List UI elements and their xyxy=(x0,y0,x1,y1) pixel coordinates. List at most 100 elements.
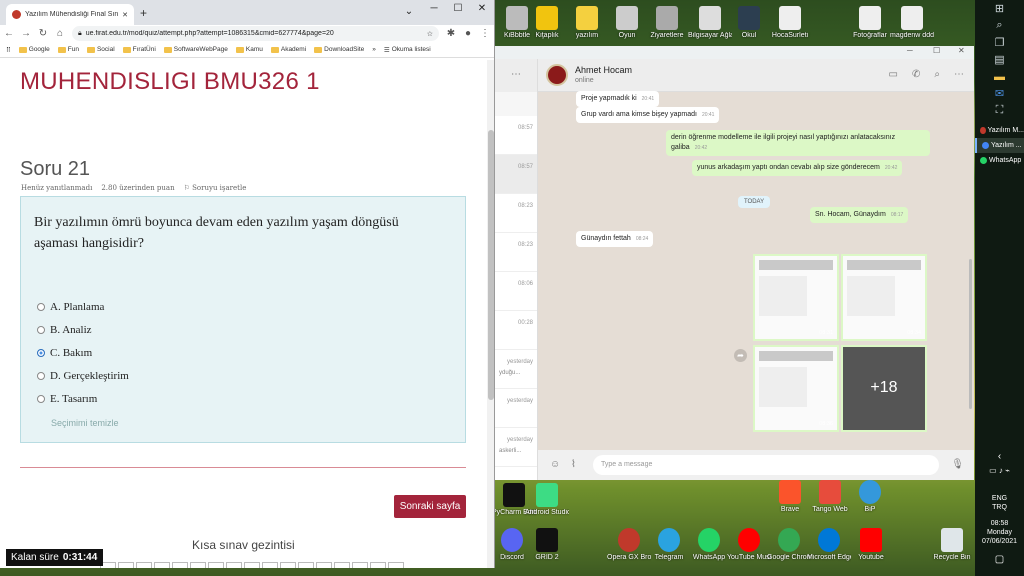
image-thumbnail[interactable]: 08:34 xyxy=(841,254,927,341)
bookmark-item[interactable]: Kamu xyxy=(235,46,263,53)
option-e[interactable]: E. Tasarım xyxy=(37,393,97,405)
chat-list-item[interactable]: 00:28 xyxy=(495,311,537,350)
bookmark-item[interactable]: DownloadSite xyxy=(314,46,364,53)
new-tab-button[interactable]: + xyxy=(140,6,147,20)
quiz-navigation-buttons[interactable] xyxy=(100,562,404,568)
desktop-icon-android-studio[interactable]: Android Studio xyxy=(525,483,569,517)
profile-avatar[interactable]: ● xyxy=(463,28,473,39)
chat-list-item[interactable]: yesterday yduğu... xyxy=(495,350,537,389)
address-bar[interactable]: 🔒︎ ue.firat.edu.tr/mod/quiz/attempt.php?… xyxy=(72,26,439,41)
message-incoming[interactable]: Günaydın fettah 08:24 xyxy=(576,231,654,247)
maximize-button[interactable]: ☐ xyxy=(446,0,470,18)
more-bookmarks-icon[interactable]: » xyxy=(372,46,376,53)
clock[interactable]: 08:58 Monday 07/06/2021 xyxy=(975,519,1024,546)
minimize-button[interactable]: ─ xyxy=(907,46,913,55)
reading-list[interactable]: ☰ Okuma listesi xyxy=(384,46,431,54)
next-page-button[interactable]: Sonraki sayfa xyxy=(394,495,466,518)
taskbar-app-whatsapp[interactable]: WhatsApp xyxy=(975,153,1024,168)
tab-search-icon[interactable]: ⌄ xyxy=(397,3,421,21)
option-c[interactable]: C. Bakım xyxy=(37,347,92,359)
desktop-icon-telegram[interactable]: Telegram xyxy=(647,528,691,562)
message-incoming[interactable]: Proje yapmadık ki 20:41 xyxy=(576,91,660,107)
store-icon[interactable]: ⛶ xyxy=(975,102,1024,119)
radio-button-selected[interactable] xyxy=(37,349,45,357)
chat-list-item[interactable]: 08:23 xyxy=(495,233,537,272)
chat-list-item[interactable]: 08:23 xyxy=(495,194,537,233)
microphone-icon[interactable]: 🎙︎ xyxy=(951,459,964,470)
voice-call-icon[interactable]: ✆ xyxy=(912,69,920,80)
desktop-icon-edge[interactable]: Microsoft Edge xyxy=(807,528,851,562)
taskbar-app-chrome-1[interactable]: Yazılım M... xyxy=(975,123,1024,138)
chat-list-item[interactable]: yesterday xyxy=(495,389,537,428)
option-d[interactable]: D. Gerçekleştirim xyxy=(37,370,129,382)
message-incoming[interactable]: Grup vardı ama kimse bişey yapmadı 20:41 xyxy=(576,107,720,123)
chat-list-menu-icon[interactable]: ⋯ xyxy=(495,59,537,92)
desktop-icon-youtube-music[interactable]: YouTube Music xyxy=(727,528,771,562)
tray-icons[interactable]: ▭ ♪ ⌁ xyxy=(975,466,1024,475)
mail-icon[interactable]: ✉ xyxy=(975,85,1024,102)
task-view-icon[interactable]: ❐ xyxy=(975,34,1024,51)
menu-icon[interactable]: ⋯ xyxy=(954,69,964,80)
chat-list-item[interactable]: yesterday askerli... xyxy=(495,428,537,467)
extensions-icon[interactable]: ✱ xyxy=(446,28,456,39)
chat-search[interactable] xyxy=(495,92,537,116)
desktop-icon-chrome[interactable]: Google Chrome xyxy=(767,528,811,562)
message-outgoing[interactable]: Sn. Hocam, Günaydım 08:17 xyxy=(810,207,909,223)
avatar[interactable] xyxy=(546,64,568,86)
option-b[interactable]: B. Analiz xyxy=(37,324,92,336)
radio-button[interactable] xyxy=(37,303,45,311)
bookmark-item[interactable]: Akademi xyxy=(270,46,306,53)
desktop-icon-youtube[interactable]: Youtube xyxy=(849,528,893,562)
desktop-icon-grid2[interactable]: GRID 2 xyxy=(525,528,569,562)
desktop-icon-brave[interactable]: Brave xyxy=(768,480,812,514)
bookmark-item[interactable]: Fun xyxy=(57,46,79,53)
file-explorer-icon[interactable]: ▬ xyxy=(975,68,1024,85)
bookmark-item[interactable]: SoftwareWebPage xyxy=(163,46,228,53)
windows-start-icon[interactable]: ⊞ xyxy=(975,0,1024,17)
chat-list-item[interactable]: 08:57 xyxy=(495,155,537,194)
back-icon[interactable]: ← xyxy=(4,28,14,39)
desktop-icon[interactable]: Ki̇ţȧplık xyxy=(525,6,569,40)
bookmark-star-icon[interactable]: ☆ xyxy=(427,30,433,38)
desktop-icon[interactable]: Bilgisayar Ağları... xyxy=(688,6,732,40)
home-icon[interactable]: ⌂ xyxy=(55,28,65,39)
taskbar-app-chrome-2[interactable]: Yazılım ... xyxy=(975,138,1024,153)
radio-button[interactable] xyxy=(37,326,45,334)
language-indicator[interactable]: ENG TRQ xyxy=(975,494,1024,512)
attach-icon[interactable]: ⌇ xyxy=(571,459,576,470)
bookmark-item[interactable]: FıratÜni xyxy=(122,46,156,53)
desktop-icon[interactable]: Okul xyxy=(727,6,771,40)
maximize-button[interactable]: ☐ xyxy=(933,46,940,55)
message-input[interactable]: Type a message xyxy=(593,455,939,475)
desktop-icon-whatsapp[interactable]: WhatsApp xyxy=(687,528,731,562)
browser-tab[interactable]: Yazılım Mühendisliği Final Sınavı ✕ xyxy=(6,4,134,25)
menu-icon[interactable]: ⋮ xyxy=(480,28,490,39)
search-icon[interactable]: ⌕ xyxy=(934,69,940,80)
close-tab-icon[interactable]: ✕ xyxy=(122,11,128,19)
bookmark-item[interactable]: Google xyxy=(18,46,50,53)
desktop-icon-bip[interactable]: BiP xyxy=(848,480,892,514)
forward-icon[interactable]: → xyxy=(21,28,31,39)
page-scrollbar[interactable] xyxy=(487,60,494,568)
radio-button[interactable] xyxy=(37,395,45,403)
reload-icon[interactable]: ↻ xyxy=(38,28,48,39)
more-images-tile[interactable]: +18 xyxy=(841,345,927,432)
video-call-icon[interactable]: ▭ xyxy=(889,69,898,80)
scrollbar-thumb[interactable] xyxy=(488,130,494,400)
emoji-icon[interactable]: ☺ xyxy=(550,459,560,470)
conversation-header[interactable]: Ahmet Hocam online ▭ ✆ ⌕ ⋯ xyxy=(538,59,974,92)
search-icon[interactable]: ⌕ xyxy=(975,17,1024,34)
desktop-icon[interactable]: Oyun xyxy=(605,6,649,40)
apps-icon[interactable]: ⠿ xyxy=(6,46,11,54)
desktop-icon[interactable]: Ziyaretlere xyxy=(645,6,689,40)
forward-icon[interactable]: ➦ xyxy=(734,349,747,362)
image-thumbnail[interactable]: 08:36 xyxy=(753,345,839,432)
desktop-icon[interactable]: HocaSurleti xyxy=(768,6,812,40)
close-window-button[interactable]: ✕ xyxy=(958,46,965,55)
close-window-button[interactable]: ✕ xyxy=(470,0,494,18)
desktop-icon-opera-gx[interactable]: Opera GX Browser xyxy=(607,528,651,562)
desktop-icon[interactable]: yazılım xyxy=(565,6,609,40)
minimize-button[interactable]: ─ xyxy=(422,0,446,18)
desktop-icon-recycle-bin[interactable]: Recycle Bin xyxy=(930,528,974,562)
notification-icon[interactable]: ▢ xyxy=(975,555,1024,565)
